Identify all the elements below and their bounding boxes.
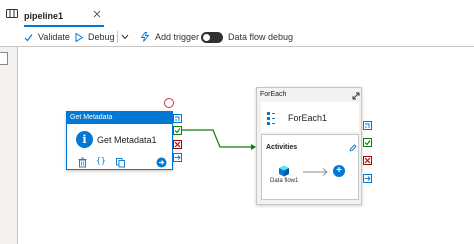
validate-button[interactable]: Validate [24, 29, 70, 45]
inner-activities-box[interactable]: Activities Data flow1 + [261, 134, 359, 200]
delete-icon[interactable] [77, 157, 88, 168]
activity-name: Get Metadata1 [97, 135, 157, 145]
factory-resources-panel [0, 47, 18, 244]
panel-collapse-handle[interactable] [0, 52, 8, 65]
validate-label: Validate [38, 32, 70, 42]
on-failure-handle[interactable] [173, 140, 182, 149]
toolbar-divider [117, 31, 118, 43]
checkmark-icon [24, 33, 33, 41]
tab-bar: pipeline1 [0, 0, 474, 27]
get-metadata-activity[interactable]: Get Metadata i Get Metadata1 {} [66, 111, 173, 170]
tab-title: pipeline1 [24, 11, 64, 21]
toolbar: Validate Debug Add trigger Data flow deb… [0, 27, 474, 47]
checkmark-icon [364, 140, 371, 146]
foreach-on-success-handle[interactable] [363, 138, 372, 147]
arrow-right-icon [303, 168, 328, 176]
data-flow-debug-toggle[interactable]: Data flow debug [201, 29, 293, 45]
expand-icon[interactable] [352, 92, 360, 100]
pipeline-editor: pipeline1 Validate Debug Add trigger Dat… [0, 0, 474, 244]
foreach-on-completion-handle[interactable] [363, 174, 372, 183]
on-skip-handle[interactable] [173, 114, 182, 123]
inner-activity-label: Data flow1 [270, 178, 299, 184]
activities-title: Activities [266, 144, 298, 151]
copy-icon[interactable] [115, 157, 126, 168]
x-icon [174, 141, 181, 148]
foreach-activity[interactable]: ForEach ForEach1 Activities Data flow1 + [256, 87, 362, 205]
activity-name: ForEach1 [288, 113, 328, 123]
foreach-on-failure-handle[interactable] [363, 156, 372, 165]
data-flow-icon [279, 165, 289, 177]
add-trigger-label: Add trigger [155, 32, 200, 42]
x-icon [364, 157, 371, 164]
validation-error-indicator[interactable] [164, 98, 174, 108]
arrow-right-icon [364, 176, 371, 181]
tab-pipeline1[interactable]: pipeline1 [24, 4, 104, 27]
info-icon: i [76, 131, 93, 148]
checkmark-icon [174, 128, 181, 134]
data-flow-debug-label: Data flow debug [228, 32, 294, 42]
skip-arrow-icon [175, 116, 180, 121]
close-icon[interactable] [92, 9, 102, 19]
code-icon[interactable]: {} [96, 156, 106, 165]
activity-actions: {} [77, 156, 169, 169]
debug-options-dropdown[interactable] [121, 29, 134, 45]
play-icon [75, 32, 83, 42]
foreach-icon [267, 112, 275, 125]
activity-type-label: Get Metadata [67, 112, 172, 124]
foreach-header-panel: ForEach1 [261, 102, 359, 132]
foreach-on-skip-handle[interactable] [363, 121, 372, 130]
add-trigger-button[interactable]: Add trigger [140, 29, 199, 45]
activity-type-label: ForEach [260, 91, 287, 98]
arrow-right-icon [174, 155, 181, 160]
on-completion-handle[interactable] [173, 153, 182, 162]
pencil-icon[interactable] [349, 144, 357, 152]
debug-button[interactable]: Debug [75, 29, 115, 45]
debug-label: Debug [88, 32, 115, 42]
skip-arrow-icon [365, 123, 370, 128]
arrow-right-circle-icon[interactable] [156, 157, 167, 168]
toggle-switch[interactable] [201, 31, 223, 43]
pipeline-icon [6, 9, 18, 18]
add-activity-button[interactable]: + [333, 165, 345, 177]
chevron-down-icon [121, 34, 129, 40]
on-success-handle[interactable] [173, 126, 182, 135]
lightning-icon [140, 32, 150, 42]
